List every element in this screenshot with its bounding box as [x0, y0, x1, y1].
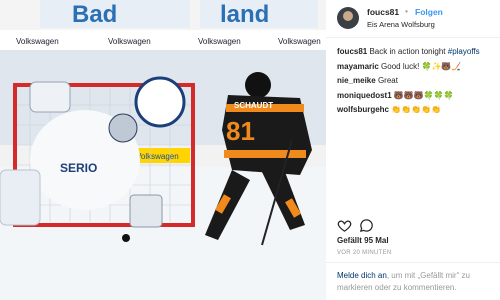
jersey-number: 81 — [226, 116, 255, 146]
comment-text: 🐻🐻🐻🍀🍀🍀 — [393, 90, 454, 100]
comment-user[interactable]: moniquedost1 — [337, 91, 392, 100]
vw-text-2: Volkswagen — [108, 37, 151, 46]
vw-text-3: Volkswagen — [198, 37, 241, 46]
comment-item: moniquedost1 🐻🐻🐻🍀🍀🍀 — [337, 89, 497, 104]
comment-text: Back in action tonight — [369, 47, 448, 56]
likes-count[interactable]: Gefällt 95 Mal — [337, 236, 389, 245]
post-frame: Bad land Volkswagen Volkswagen Volkswage… — [0, 0, 500, 300]
follow-button[interactable]: Folgen — [415, 7, 443, 17]
action-icons — [337, 218, 397, 234]
comment-text: Good luck! 🍀✨🐻🏒 — [381, 61, 462, 71]
vw-text-1: Volkswagen — [16, 37, 59, 46]
jersey-name: SCHAUDT — [234, 101, 273, 110]
comments-list: foucs81 Back in action tonight #playoffs… — [337, 45, 497, 118]
separator-dot: • — [405, 6, 408, 16]
post-photo[interactable]: Bad land Volkswagen Volkswagen Volkswage… — [0, 0, 326, 300]
vw-logo — [134, 76, 186, 128]
header-username[interactable]: foucs81 — [367, 7, 399, 17]
location-link[interactable]: Eis Arena Wolfsburg — [367, 20, 435, 29]
comment-user[interactable]: wolfsburgehc — [337, 105, 389, 114]
post-sidebar: foucs81 • Folgen Eis Arena Wolfsburg fou… — [326, 0, 500, 300]
comment-text: 👏👏👏👏👏 — [391, 105, 442, 114]
vw-text-5: Volkswagen — [136, 152, 179, 161]
timestamp: VOR 20 MINUTEN — [337, 250, 392, 256]
divider — [326, 262, 500, 263]
comment-text: Great — [377, 76, 398, 85]
banner-text-2: land — [220, 1, 269, 28]
hockey-scene: Bad land Volkswagen Volkswagen Volkswage… — [0, 0, 326, 300]
login-prompt: Melde dich an, um mit „Gefällt mir“ zu m… — [337, 270, 497, 293]
comment-item: mayamaric Good luck! 🍀✨🐻🏒 — [337, 60, 497, 75]
puck — [122, 234, 130, 242]
post-header: foucs81 • Folgen Eis Arena Wolfsburg — [326, 0, 500, 38]
avatar[interactable] — [337, 7, 359, 29]
goalie-logo: SERIO — [60, 161, 97, 175]
comment-item: wolfsburgehc 👏👏👏👏👏 — [337, 103, 497, 118]
heart-icon[interactable] — [337, 218, 352, 233]
comment-item: foucs81 Back in action tonight #playoffs — [337, 45, 497, 60]
comment-item: nie_meike Great — [337, 74, 497, 89]
vw-text-4: Volkswagen — [278, 37, 321, 46]
hashtag-link[interactable]: #playoffs — [448, 47, 480, 56]
comment-user[interactable]: mayamaric — [337, 62, 379, 71]
comment-icon[interactable] — [359, 218, 374, 233]
login-link[interactable]: Melde dich an — [337, 271, 387, 280]
comment-user[interactable]: foucs81 — [337, 47, 367, 56]
comment-user[interactable]: nie_meike — [337, 76, 376, 85]
banner-text-1: Bad — [72, 1, 117, 28]
